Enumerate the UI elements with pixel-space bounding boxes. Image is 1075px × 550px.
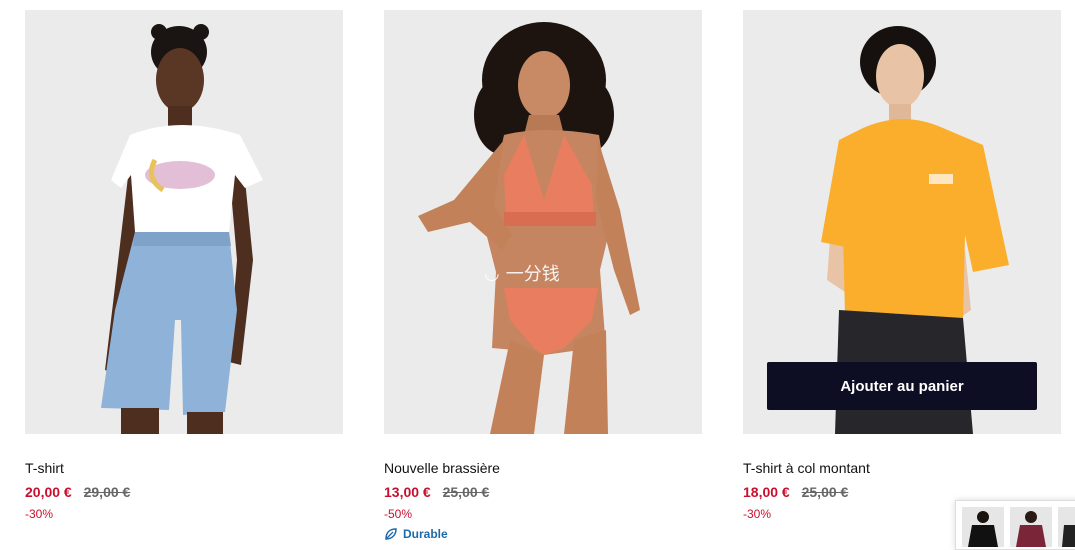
- loading-arc-icon: ◡: [484, 262, 500, 283]
- recently-viewed-panel[interactable]: [955, 500, 1075, 550]
- product-title[interactable]: T-shirt: [25, 460, 64, 476]
- price-row: 20,00 € 29,00 €: [25, 484, 130, 500]
- original-price: 25,00 €: [442, 484, 490, 500]
- price-row: 13,00 € 25,00 €: [384, 484, 489, 500]
- product-image-mockneck-tee[interactable]: Ajouter au panier: [743, 10, 1061, 434]
- sale-price: 20,00 €: [25, 484, 72, 500]
- sustainability-badge: Durable: [384, 527, 448, 541]
- product-card-mockneck-tee[interactable]: Ajouter au panier T-shirt à col montant …: [743, 10, 1061, 521]
- product-title[interactable]: Nouvelle brassière: [384, 460, 500, 476]
- badge-label: Durable: [403, 527, 448, 541]
- watermark-text: 一分钱: [505, 264, 560, 284]
- leaf-icon: [385, 528, 397, 540]
- add-to-cart-button[interactable]: Ajouter au panier: [767, 362, 1037, 410]
- model-thumbnail-icon: [1058, 507, 1075, 547]
- sale-price: 18,00 €: [743, 484, 790, 500]
- sale-price: 13,00 €: [384, 484, 431, 500]
- product-image-tshirt[interactable]: [25, 10, 343, 434]
- watermark: ◡ 一分钱: [484, 260, 560, 286]
- product-card-tshirt[interactable]: T-shirt 20,00 € 29,00 € -30%: [25, 10, 343, 521]
- model-tshirt-denim-shorts-icon: [25, 10, 343, 434]
- thumbnail-black-top[interactable]: [962, 507, 1004, 547]
- model-thumbnail-icon: [962, 507, 1004, 547]
- product-image-bralette[interactable]: ◡ 一分钱: [384, 10, 702, 434]
- discount-badge: -50%: [384, 507, 413, 521]
- discount-badge: -30%: [25, 507, 54, 521]
- original-price: 25,00 €: [801, 484, 849, 500]
- original-price: 29,00 €: [83, 484, 131, 500]
- product-title[interactable]: T-shirt à col montant: [743, 460, 870, 476]
- model-thumbnail-icon: [1010, 507, 1052, 547]
- discount-badge: -30%: [743, 507, 772, 521]
- model-bralette-set-icon: [384, 10, 702, 434]
- product-card-bralette[interactable]: ◡ 一分钱 Nouvelle brassière 13,00 € 25,00 €…: [384, 10, 702, 541]
- price-row: 18,00 € 25,00 €: [743, 484, 848, 500]
- thumbnail-partial[interactable]: [1058, 507, 1075, 547]
- thumbnail-maroon-top[interactable]: [1010, 507, 1052, 547]
